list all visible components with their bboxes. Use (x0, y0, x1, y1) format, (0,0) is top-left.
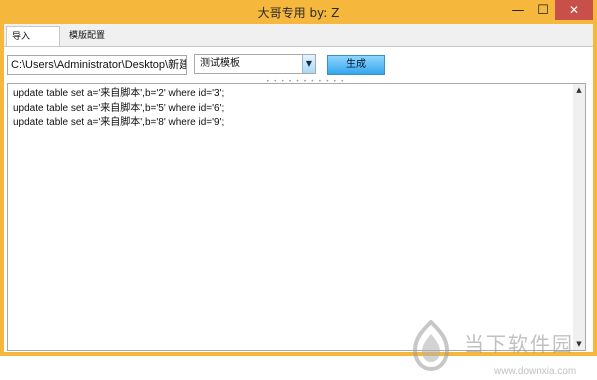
app-window: 大哥专用 by: Z — ☐ ✕ 导入Excel 模版配置 C:\Users\A… (0, 0, 597, 377)
watermark: 当下软件园 www.downxia.com (409, 312, 584, 380)
generate-button[interactable]: 生成 (327, 55, 385, 75)
output-line: update table set a='来自脚本',b='8' where id… (13, 117, 225, 128)
watermark-title: 当下软件园 (464, 332, 574, 356)
maximize-button[interactable]: ☐ (531, 0, 555, 20)
vertical-scrollbar[interactable]: ▲ ▼ (573, 84, 585, 350)
tab-panel: C:\Users\Administrator\Desktop\新建 测试模板 ▼… (4, 46, 593, 377)
output-line: update table set a='来自脚本',b='5' where id… (13, 102, 225, 114)
output-line: update table set a='来自脚本',b='2' where id… (13, 88, 225, 99)
tab-template-config[interactable]: 模版配置 (64, 26, 112, 46)
output-textarea[interactable]: update table set a='来自脚本',b='2' where id… (7, 83, 586, 351)
watermark-url: www.downxia.com (494, 366, 577, 377)
arrow-up-icon[interactable]: ▲ (573, 86, 585, 94)
client-area: 导入Excel 模版配置 C:\Users\Administrator\Desk… (4, 24, 593, 377)
output-lines: update table set a='来自脚本',b='2' where id… (13, 87, 224, 131)
file-path-input[interactable]: C:\Users\Administrator\Desktop\新建 (7, 55, 187, 75)
tab-import-excel[interactable]: 导入Excel (6, 26, 60, 62)
minimize-button[interactable]: — (505, 0, 531, 20)
template-select[interactable]: 测试模板 ▼ (194, 54, 316, 74)
downxia-logo (412, 320, 450, 372)
tab-strip: 导入Excel 模版配置 (4, 24, 593, 62)
template-select-value: 测试模板 (200, 58, 240, 69)
title-bar[interactable]: 大哥专用 by: Z — ☐ ✕ (0, 0, 597, 24)
chevron-down-icon[interactable]: ▼ (302, 55, 315, 73)
close-button[interactable]: ✕ (555, 0, 593, 20)
